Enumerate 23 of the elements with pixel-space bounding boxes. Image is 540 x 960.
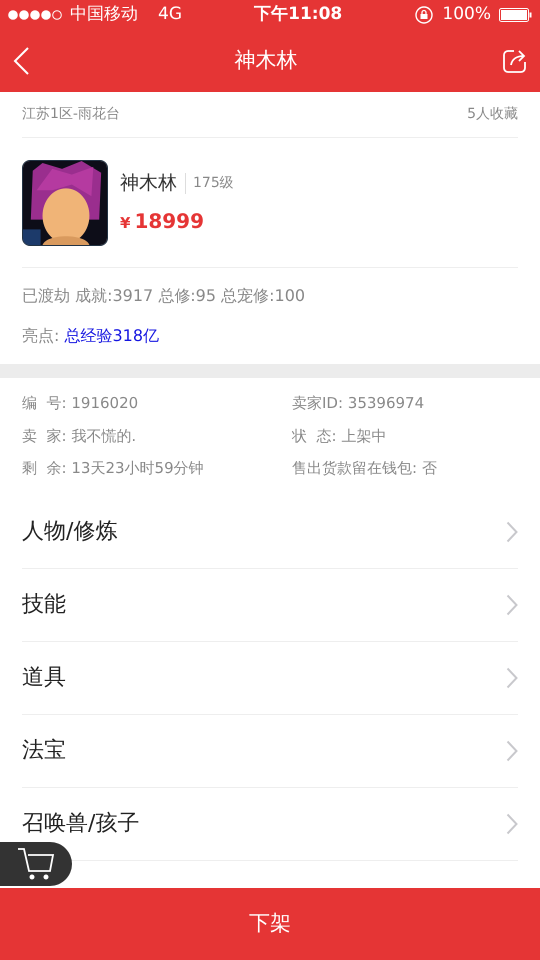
character-level: 175级: [185, 173, 234, 194]
menu-item[interactable]: 技能: [22, 568, 518, 642]
stats-text: 已渡劫 成就:3917 总修:95 总宠修:100: [22, 285, 306, 307]
favorites-count: 5人收藏: [467, 105, 518, 124]
menu-item[interactable]: 法宝: [22, 714, 518, 788]
menu-item[interactable]: 人物/修炼: [22, 496, 518, 568]
menu-item[interactable]: 道具: [22, 642, 518, 714]
info-text: 状 态: 上架中: [292, 426, 388, 446]
info-text: 编 号: 1916020: [22, 393, 140, 414]
info-text: 卖 家: 我不慌的.: [22, 426, 138, 446]
delist-button[interactable]: 下架: [0, 888, 540, 960]
server-name: 江苏1区-雨花台: [22, 105, 120, 124]
page-title: 神木林: [234, 47, 298, 74]
character-name: 神木林: [120, 171, 177, 196]
network-type: 4G: [158, 3, 182, 26]
carrier-name: 中国移动: [70, 3, 138, 26]
price: ¥ 18999: [120, 208, 206, 235]
info-text: 卖家ID: 35396974: [292, 393, 426, 414]
status-time: 下午11:08: [254, 4, 342, 24]
info-text: 售出货款留在钱包: 否: [292, 458, 438, 479]
info-text: 剩 余: 13天23小时59分钟: [22, 458, 205, 479]
battery-percent: 100%: [442, 3, 492, 26]
highlight-text: 亮点: 总经验318亿: [22, 325, 160, 347]
